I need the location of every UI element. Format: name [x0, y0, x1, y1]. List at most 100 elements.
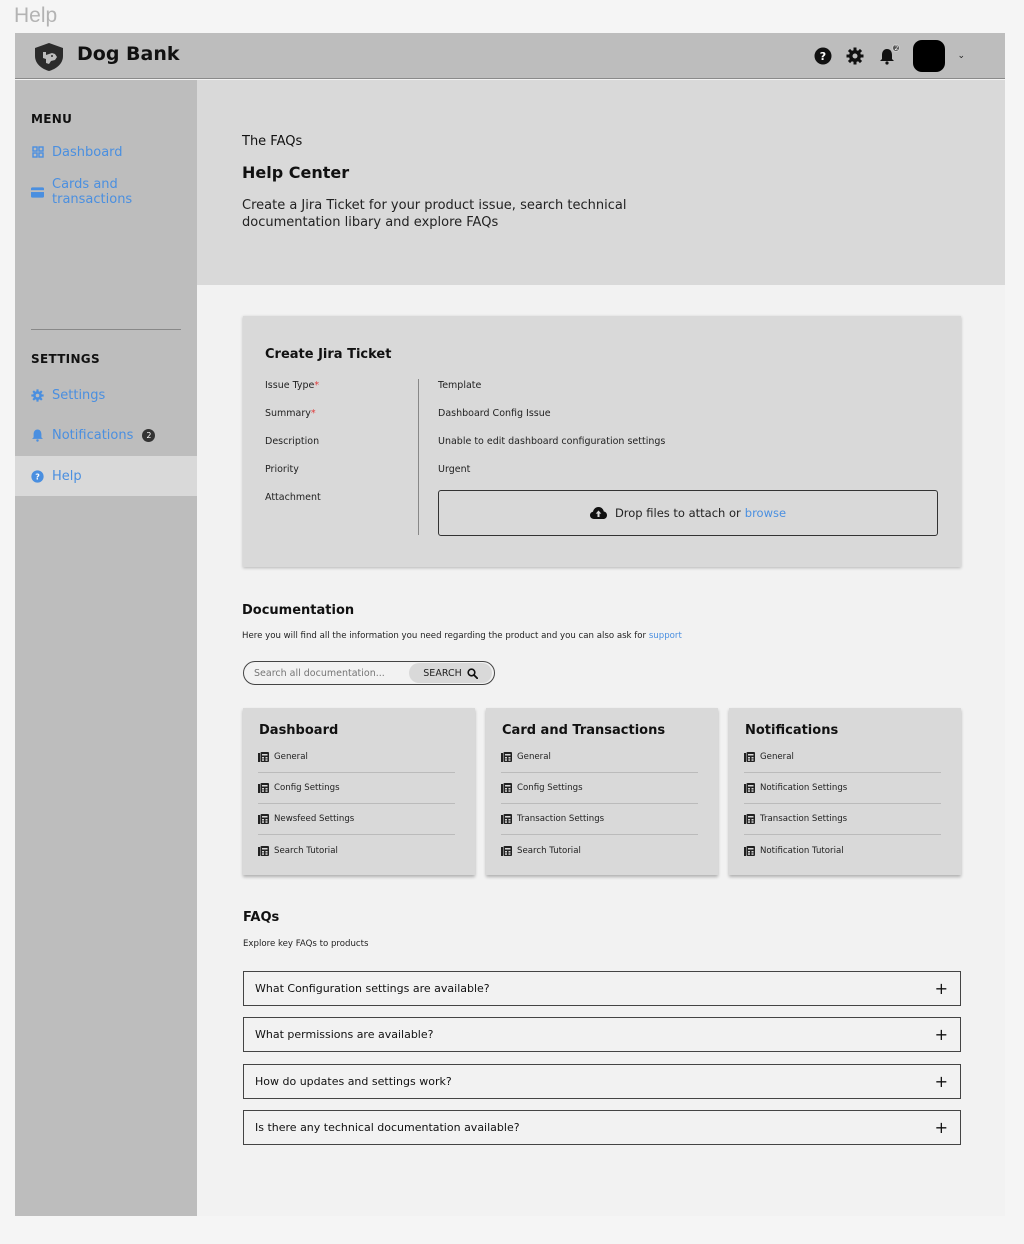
plus-icon[interactable]: + [935, 1072, 948, 1091]
notification-count-badge: 2 [142, 428, 156, 442]
plus-icon[interactable]: + [935, 1025, 948, 1044]
card-title: Notifications [745, 723, 839, 738]
header-actions: ? 2 ⌄ [801, 40, 965, 72]
plus-icon[interactable]: + [935, 979, 948, 998]
faq-item[interactable]: Is there any technical documentation ava… [243, 1110, 961, 1145]
bell-icon [31, 429, 44, 442]
doc-link-label: Transaction Settings [760, 814, 848, 824]
settings-heading: SETTINGS [31, 352, 100, 366]
sidebar-item-label: Help [52, 468, 82, 484]
book-icon [501, 814, 512, 824]
sidebar: MENU Dashboard Cards and transactions SE… [15, 80, 197, 1216]
faq-question: What Configuration settings are availabl… [255, 982, 490, 995]
book-icon [744, 783, 755, 793]
description-label: Description [265, 436, 320, 447]
book-icon [744, 752, 755, 762]
svg-text:?: ? [820, 50, 826, 63]
doc-link-label: Notification Settings [760, 783, 848, 793]
hero-eyebrow: The FAQs [242, 134, 303, 149]
doc-link[interactable]: Transaction Settings [501, 804, 698, 835]
form-divider [418, 379, 419, 535]
book-icon [258, 752, 269, 762]
faq-item[interactable]: What Configuration settings are availabl… [243, 971, 961, 1006]
doc-card-notifications: Notifications General Notification Setti… [729, 708, 961, 875]
top-bar: Dog Bank ? 2 ⌄ [15, 33, 1005, 79]
card-title: Dashboard [259, 723, 339, 738]
book-icon [258, 845, 269, 856]
book-icon [501, 752, 512, 762]
doc-link[interactable]: Search Tutorial [501, 835, 698, 866]
description-text: Here you will find all the information y… [242, 631, 647, 641]
documentation-title: Documentation [242, 603, 355, 618]
priority-label: Priority [265, 464, 299, 475]
chevron-down-icon[interactable]: ⌄ [957, 51, 965, 61]
faq-item[interactable]: What permissions are available? + [243, 1017, 961, 1052]
documentation-cards: Dashboard General Config Settings Newsfe… [243, 708, 961, 875]
gear-icon[interactable] [845, 46, 865, 66]
help-icon: ? [31, 469, 44, 483]
doc-link[interactable]: Search Tutorial [258, 835, 455, 866]
grid-icon [31, 146, 44, 159]
doc-link[interactable]: General [501, 742, 698, 773]
summary-field[interactable]: Dashboard Config Issue [438, 408, 551, 419]
brand-name: Dog Bank [77, 43, 180, 65]
book-icon [501, 845, 512, 856]
avatar[interactable] [913, 40, 946, 72]
book-icon [744, 814, 755, 824]
plus-icon[interactable]: + [935, 1118, 948, 1137]
sidebar-item-settings[interactable]: Settings [15, 375, 197, 415]
help-icon[interactable]: ? [813, 46, 833, 66]
description-field[interactable]: Unable to edit dashboard configuration s… [438, 436, 665, 447]
book-icon [258, 814, 269, 824]
doc-link[interactable]: Notification Settings [744, 773, 941, 804]
doc-link[interactable]: Config Settings [501, 773, 698, 804]
doc-link-label: Config Settings [517, 783, 583, 793]
sidebar-item-label: Notifications [52, 427, 134, 443]
dog-shield-logo-icon [35, 43, 63, 71]
documentation-search: SEARCH [243, 661, 495, 685]
issue-type-field[interactable]: Template [438, 380, 481, 391]
hero-description: Create a Jira Ticket for your product is… [242, 198, 627, 230]
sidebar-item-dashboard[interactable]: Dashboard [15, 132, 197, 172]
doc-link[interactable]: Newsfeed Settings [258, 804, 455, 835]
faq-item[interactable]: How do updates and settings work? + [243, 1064, 961, 1099]
book-icon [501, 783, 512, 793]
doc-link-label: Search Tutorial [274, 845, 338, 856]
documentation-description: Here you will find all the information y… [242, 631, 682, 641]
sidebar-item-notifications[interactable]: Notifications 2 [15, 415, 197, 455]
doc-link-label: General [760, 752, 794, 762]
menu-heading: MENU [31, 112, 73, 126]
search-icon [467, 667, 478, 679]
book-icon [744, 845, 755, 856]
doc-link[interactable]: Config Settings [258, 773, 455, 804]
book-icon [258, 783, 269, 793]
card-title: Card and Transactions [502, 723, 666, 738]
browse-link[interactable]: browse [745, 506, 786, 520]
doc-link-label: General [517, 752, 551, 762]
issue-type-label: Issue Type* [265, 380, 319, 391]
credit-card-icon [31, 186, 44, 199]
search-input[interactable] [254, 666, 404, 681]
faq-question: What permissions are available? [255, 1028, 434, 1041]
bell-icon[interactable]: 2 [877, 44, 901, 66]
attachment-dropzone[interactable]: Drop files to attach or browse [438, 490, 938, 536]
label-text: Summary [265, 408, 311, 419]
doc-link-label: General [274, 752, 308, 762]
priority-field[interactable]: Urgent [438, 464, 470, 475]
support-link[interactable]: support [649, 631, 682, 641]
faqs-description: Explore key FAQs to products [243, 939, 369, 949]
doc-link[interactable]: Transaction Settings [744, 804, 941, 835]
summary-label: Summary* [265, 408, 316, 419]
faq-question: Is there any technical documentation ava… [255, 1121, 520, 1134]
sidebar-item-help[interactable]: ? Help [15, 456, 197, 496]
jira-title: Create Jira Ticket [265, 347, 392, 362]
search-button[interactable]: SEARCH [409, 663, 492, 683]
doc-link[interactable]: General [258, 742, 455, 773]
svg-text:?: ? [35, 472, 40, 481]
doc-link[interactable]: General [744, 742, 941, 773]
doc-link[interactable]: Notification Tutorial [744, 835, 941, 866]
notification-badge: 2 [892, 44, 901, 52]
dropzone-text: Drop files to attach or [614, 506, 741, 520]
doc-link-label: Config Settings [274, 783, 340, 793]
sidebar-item-cards-and-transactions[interactable]: Cards and transactions [15, 172, 197, 212]
